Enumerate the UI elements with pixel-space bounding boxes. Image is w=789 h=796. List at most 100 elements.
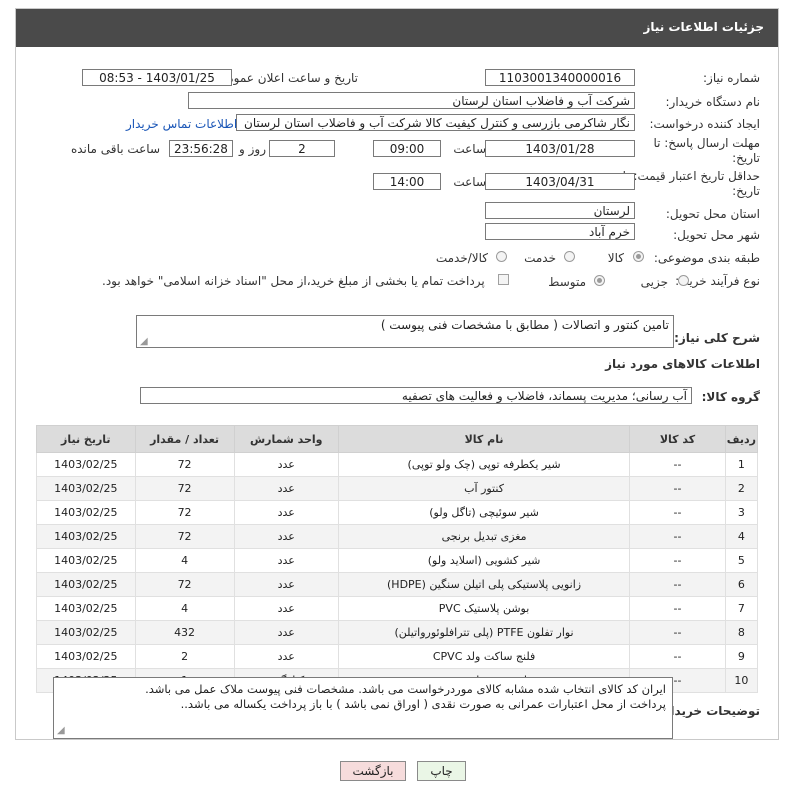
cell-unit: عدد bbox=[233, 500, 339, 525]
cell-date: 1403/02/25 bbox=[36, 548, 136, 573]
table-header-row: ردیف کد کالا نام کالا واحد شمارش تعداد /… bbox=[36, 425, 759, 453]
days-label: روز و bbox=[239, 142, 266, 156]
validity-time-field[interactable]: 14:00 bbox=[373, 173, 441, 190]
cell-name: کنتور آب bbox=[337, 476, 631, 501]
cell-code: -- bbox=[629, 500, 726, 525]
details-panel: جزئیات اطلاعات نیاز شماره نیاز: 11030013… bbox=[15, 8, 779, 740]
table-row: 4 -- مغزی تبدیل برنجی عدد 72 1403/02/25 bbox=[36, 524, 759, 549]
province-label: استان محل تحویل: bbox=[665, 207, 760, 221]
category-option-service: خدمت bbox=[524, 251, 556, 265]
city-field[interactable]: خرم آباد bbox=[485, 223, 635, 240]
cell-row: 1 bbox=[724, 452, 759, 477]
goods-info-title: اطلاعات کالاهای مورد نیاز bbox=[605, 357, 760, 371]
city-label: شهر محل تحویل: bbox=[673, 228, 760, 242]
deadline-label: مهلت ارسال پاسخ: تا bbox=[653, 136, 760, 150]
remaining-label: ساعت باقی مانده bbox=[70, 142, 160, 156]
category-option-goods-service: کالا/خدمت bbox=[435, 251, 488, 265]
province-field[interactable]: لرستان bbox=[485, 202, 635, 219]
need-number-field[interactable]: 1103001340000016 bbox=[485, 69, 635, 86]
deadline-date-field[interactable]: 1403/01/28 bbox=[485, 140, 635, 157]
col-name: نام کالا bbox=[337, 425, 631, 453]
col-unit: واحد شمارش bbox=[233, 425, 339, 453]
table-row: 3 -- شیر سوئیچی (تاگل ولو) عدد 72 1403/02/25 bbox=[36, 500, 759, 525]
cell-code: -- bbox=[629, 452, 726, 477]
deadline-time-field[interactable]: 09:00 bbox=[373, 140, 441, 157]
cell-name: مغزی تبدیل برنجی bbox=[337, 524, 631, 549]
cell-code: -- bbox=[629, 596, 726, 621]
general-desc-field[interactable]: تامین کنتور و اتصالات ( مطابق با مشخصات … bbox=[136, 315, 674, 348]
validity-time-label: ساعت bbox=[453, 175, 486, 189]
buyer-label: نام دستگاه خریدار: bbox=[665, 95, 761, 109]
buyer-notes-line-2: پرداخت از محل اعتبارات عمرانی به صورت نق… bbox=[180, 697, 666, 711]
cell-row: 6 bbox=[724, 572, 759, 597]
col-date: تاریخ نیاز bbox=[36, 425, 136, 453]
cell-date: 1403/02/25 bbox=[36, 596, 136, 621]
buyer-notes-label: توضیحات خریدار: bbox=[658, 704, 760, 718]
process-radio-minor[interactable] bbox=[678, 275, 689, 286]
cell-date: 1403/02/25 bbox=[36, 476, 136, 501]
back-button[interactable]: بازگشت bbox=[340, 761, 406, 781]
panel-header: جزئیات اطلاعات نیاز bbox=[16, 9, 778, 47]
process-radio-medium[interactable] bbox=[594, 275, 605, 286]
buyer-notes-field[interactable]: ایران کد کالای انتخاب شده مشابه کالای مو… bbox=[53, 677, 673, 739]
validity-label: حداقل تاریخ اعتبار قیمت: تا bbox=[622, 169, 760, 183]
cell-name: بوشن پلاستیک PVC bbox=[337, 596, 631, 621]
resize-grip-icon[interactable]: ◢ bbox=[140, 336, 148, 347]
table-row: 1 -- شیر یکطرفه توپی (چک ولو توپی) عدد 72 140… bbox=[36, 452, 759, 477]
validity-date-field[interactable]: 1403/04/31 bbox=[485, 173, 635, 190]
goods-group-label: گروه کالا: bbox=[701, 390, 760, 404]
cell-unit: عدد bbox=[233, 572, 339, 597]
goods-table: ردیف کد کالا نام کالا واحد شمارش تعداد /… bbox=[36, 425, 759, 693]
process-option-medium: متوسط bbox=[548, 275, 586, 289]
cell-name: زانویی پلاستیکی پلی اتیلن سنگین (HDPE) bbox=[337, 572, 631, 597]
announce-label: تاریخ و ساعت اعلان عمومی: bbox=[213, 71, 358, 85]
cell-code: -- bbox=[629, 644, 726, 669]
category-radio-goods-service[interactable] bbox=[496, 251, 507, 262]
validity-date-label: تاریخ: bbox=[732, 184, 760, 198]
table-row: 6 -- زانویی پلاستیکی پلی اتیلن سنگین (HDPE… bbox=[36, 572, 759, 597]
cell-unit: عدد bbox=[233, 524, 339, 549]
cell-name: شیر کشویی (اسلاید ولو) bbox=[337, 548, 631, 573]
cell-code: -- bbox=[629, 620, 726, 645]
cell-unit: عدد bbox=[233, 596, 339, 621]
cell-qty: 72 bbox=[134, 524, 235, 549]
buyer-contact-link[interactable]: اطلاعات تماس خریدار bbox=[126, 117, 237, 131]
category-radio-goods[interactable] bbox=[633, 251, 644, 262]
cell-name: شیر یکطرفه توپی (چک ولو توپی) bbox=[337, 452, 631, 477]
cell-unit: عدد bbox=[233, 620, 339, 645]
creator-field[interactable]: نگار شاکرمی بازرسی و کنترل کیفیت کالا شر… bbox=[236, 114, 635, 131]
cell-qty: 72 bbox=[134, 452, 235, 477]
cell-row: 7 bbox=[724, 596, 759, 621]
general-desc-text: تامین کنتور و اتصالات ( مطابق با مشخصات … bbox=[380, 318, 669, 332]
table-row: 7 -- بوشن پلاستیک PVC عدد 4 1403/02/25 bbox=[36, 596, 759, 621]
need-number-label: شماره نیاز: bbox=[703, 71, 760, 85]
table-row: 8 -- نوار تفلون PTFE (پلی تترافلوئورواتیلن… bbox=[36, 620, 759, 645]
cell-row: 2 bbox=[724, 476, 759, 501]
creator-label: ایجاد کننده درخواست: bbox=[649, 117, 760, 131]
cell-code: -- bbox=[629, 476, 726, 501]
treasury-checkbox[interactable] bbox=[498, 274, 509, 285]
table-row: 2 -- کنتور آب عدد 72 1403/02/25 bbox=[36, 476, 759, 501]
cell-qty: 4 bbox=[134, 596, 235, 621]
goods-group-field[interactable]: آب رسانی؛ مدیریت پسماند، فاضلاب و فعالیت… bbox=[140, 387, 692, 404]
cell-qty: 72 bbox=[134, 476, 235, 501]
cell-date: 1403/02/25 bbox=[36, 452, 136, 477]
days-remaining-field[interactable]: 2 bbox=[269, 140, 335, 157]
cell-date: 1403/02/25 bbox=[36, 524, 136, 549]
cell-unit: عدد bbox=[233, 476, 339, 501]
cell-name: شیر سوئیچی (تاگل ولو) bbox=[337, 500, 631, 525]
panel-title: جزئیات اطلاعات نیاز bbox=[643, 20, 764, 34]
resize-grip-icon[interactable]: ◢ bbox=[57, 723, 65, 738]
table-row: 9 -- فلنج ساکت ولد CPVC عدد 2 1403/02/25 bbox=[36, 644, 759, 669]
announce-field[interactable]: 1403/01/25 - 08:53 bbox=[82, 69, 232, 86]
category-label: طبقه بندی موضوعی: bbox=[653, 251, 760, 265]
print-button[interactable]: چاپ bbox=[417, 761, 466, 781]
category-radio-service[interactable] bbox=[564, 251, 575, 262]
buyer-field[interactable]: شرکت آب و فاضلاب استان لرستان bbox=[188, 92, 635, 109]
process-option-minor: جزیی bbox=[640, 275, 668, 289]
cell-unit: عدد bbox=[233, 548, 339, 573]
cell-row: 3 bbox=[724, 500, 759, 525]
remaining-time-field[interactable]: 23:56:28 bbox=[169, 140, 233, 157]
table-row: 5 -- شیر کشویی (اسلاید ولو) عدد 4 1403/02/25 bbox=[36, 548, 759, 573]
cell-date: 1403/02/25 bbox=[36, 572, 136, 597]
